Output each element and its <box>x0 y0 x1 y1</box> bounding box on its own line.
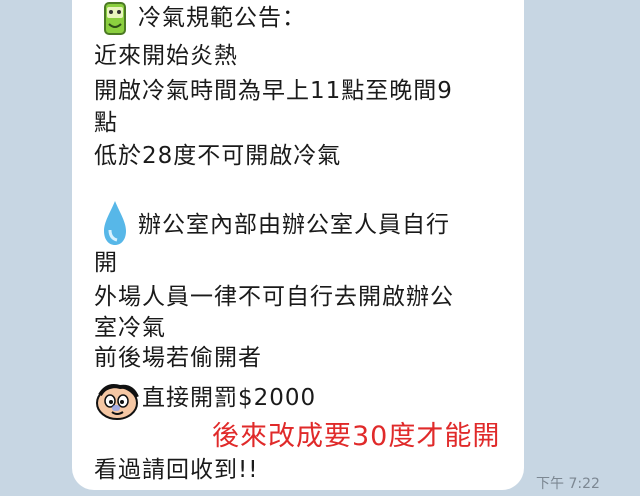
green-can-sticker-icon <box>104 2 126 35</box>
message-line: 開 <box>94 250 118 276</box>
cartoon-face-icon <box>96 384 139 420</box>
announcement-title: 冷氣規範公告： <box>138 5 306 31</box>
red-annotation: 後來改成要30度才能開 <box>212 421 501 452</box>
message-line: 低於28度不可開啟冷氣 <box>94 143 342 169</box>
message-line: 前後場若偷開者 <box>94 345 262 371</box>
message-line: 直接開罰$2000 <box>142 385 317 411</box>
message-line: 室冷氣 <box>94 315 166 341</box>
timestamp: 下午 7:22 <box>536 476 600 492</box>
chat-screen: 冷氣規範公告： 近來開始炎熱 開啟冷氣時間為早上11點至晚間9 點 低於28度不… <box>0 0 640 496</box>
message-line: 點 <box>94 110 118 136</box>
message-line: 看過請回收到!! <box>94 457 259 483</box>
message-line: 近來開始炎熱 <box>94 43 238 69</box>
message-line: 辦公室內部由辦公室人員自行 <box>138 212 450 238</box>
message-line: 外場人員一律不可自行去開啟辦公 <box>94 284 454 310</box>
water-drop-icon <box>104 201 126 245</box>
message-line: 開啟冷氣時間為早上11點至晚間9 <box>94 78 453 104</box>
